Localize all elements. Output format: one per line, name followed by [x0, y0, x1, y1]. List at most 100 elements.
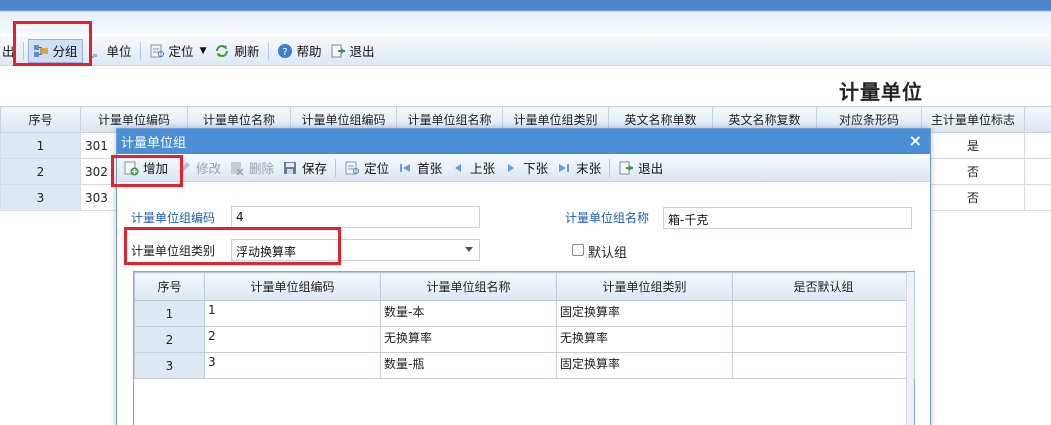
locate-icon: [149, 43, 165, 59]
refresh-button[interactable]: 刷新: [210, 39, 263, 63]
toolbar-separator: [267, 41, 269, 60]
locate-button-label: 定位: [168, 44, 194, 59]
next-button[interactable]: 下张: [499, 156, 552, 180]
default-flag-cell[interactable]: [732, 352, 915, 379]
toolbar-separator: [139, 41, 141, 60]
group-type-cell[interactable]: 无换算率: [556, 326, 733, 353]
group-name-cell[interactable]: 数量-本: [380, 300, 557, 327]
group-code-cell[interactable]: 3: [204, 352, 381, 379]
group-type-select[interactable]: 浮动换算率: [231, 239, 480, 261]
exit-button[interactable]: 退出: [326, 39, 379, 63]
primary-flag-cell[interactable]: 是: [921, 132, 1025, 159]
group-type-value: 浮动换算率: [236, 245, 297, 259]
group-code-cell[interactable]: 2: [204, 326, 381, 353]
group-code-label: 计量单位组编码: [131, 211, 216, 225]
primary-flag-cell[interactable]: 否: [921, 158, 1025, 185]
group-name-label: 计量单位组名称: [565, 211, 650, 225]
toolbar-output-label: 出: [2, 44, 15, 59]
add-icon: [123, 160, 139, 176]
vertical-scrollbar[interactable]: [906, 272, 914, 425]
table-cell: [1024, 132, 1051, 159]
table-row[interactable]: 3 3 数量-瓶 固定换算率: [134, 352, 915, 379]
help-button[interactable]: ? 帮助: [273, 39, 326, 63]
unit-group-grid: 序号 计量单位组编码 计量单位组名称 计量单位组类别 是否默认组 1 1 数量-…: [133, 271, 915, 425]
save-button[interactable]: 保存: [278, 156, 331, 180]
chevron-down-icon: [465, 247, 473, 252]
locate-button[interactable]: 定位 ▼: [145, 39, 211, 63]
prev-icon: [450, 160, 466, 176]
dialog-toolbar: 增加 修改 删除 保存 定位 首张 上张 下张 末张 退出: [117, 154, 930, 182]
refresh-icon: [214, 43, 230, 59]
last-icon: [556, 160, 572, 176]
table-cell: [1024, 184, 1051, 211]
column-header-empty: [1024, 106, 1051, 133]
column-header[interactable]: 计量单位组名称: [380, 272, 557, 301]
add-button[interactable]: 增加: [119, 156, 172, 180]
column-header[interactable]: 序号: [134, 272, 205, 301]
delete-button-label: 删除: [249, 161, 275, 176]
group-name-cell[interactable]: 数量-瓶: [380, 352, 557, 379]
delete-button[interactable]: 删除: [225, 156, 278, 180]
exit-icon: [618, 160, 634, 176]
group-type-cell[interactable]: 固定换算率: [556, 352, 733, 379]
edit-button-label: 修改: [196, 161, 222, 176]
save-icon: [282, 160, 298, 176]
save-button-label: 保存: [302, 161, 328, 176]
row-index: 2: [0, 158, 81, 185]
delete-icon: [229, 160, 245, 176]
next-icon: [503, 160, 519, 176]
unit-button[interactable]: 单位: [83, 39, 136, 63]
dialog-title: 计量单位组: [121, 136, 187, 151]
group-code-field[interactable]: 4: [231, 206, 480, 228]
default-flag-cell[interactable]: [732, 326, 915, 353]
group-name-field[interactable]: 箱-千克: [663, 207, 912, 229]
help-button-label: 帮助: [296, 44, 322, 59]
locate-icon: [344, 160, 360, 176]
edit-button[interactable]: 修改: [172, 156, 225, 180]
unit-group-dialog: 计量单位组 × 增加 修改 删除 保存 定位 首张 上张 下张 末张 退出 计量…: [116, 128, 931, 425]
group-button[interactable]: 分组: [27, 38, 83, 63]
row-index: 1: [0, 132, 81, 159]
column-header[interactable]: 计量单位组编码: [204, 272, 381, 301]
toolbar-separator: [335, 158, 337, 177]
page-title: 计量单位: [839, 80, 923, 104]
dialog-titlebar[interactable]: 计量单位组 ×: [117, 129, 930, 154]
toolbar-output-button[interactable]: 出: [0, 39, 19, 63]
default-flag-cell[interactable]: [732, 300, 915, 327]
column-header[interactable]: 是否默认组: [732, 272, 915, 301]
unit-icon: [87, 43, 103, 59]
first-button[interactable]: 首张: [393, 156, 446, 180]
next-button-label: 下张: [523, 161, 549, 176]
exit-button-label: 退出: [638, 161, 664, 176]
unit-button-label: 单位: [106, 44, 132, 59]
locate-button-label: 定位: [364, 161, 390, 176]
group-type-cell[interactable]: 固定换算率: [556, 300, 733, 327]
dialog-exit-button[interactable]: 退出: [614, 156, 667, 180]
primary-flag-cell[interactable]: 否: [921, 184, 1025, 211]
group-code-cell[interactable]: 1: [204, 300, 381, 327]
prev-button[interactable]: 上张: [446, 156, 499, 180]
column-header[interactable]: 序号: [0, 106, 81, 133]
svg-text:?: ?: [282, 47, 287, 58]
prev-button-label: 上张: [470, 161, 496, 176]
table-cell: [1024, 158, 1051, 185]
toolbar-separator: [22, 41, 24, 60]
last-button[interactable]: 末张: [552, 156, 605, 180]
toolbar-separator: [609, 158, 611, 177]
chevron-down-icon[interactable]: ▼: [200, 46, 207, 56]
group-name-cell[interactable]: 无换算率: [380, 326, 557, 353]
table-row[interactable]: 1 1 数量-本 固定换算率: [134, 300, 915, 327]
group-type-label: 计量单位组类别: [131, 244, 216, 258]
table-row[interactable]: 2 2 无换算率 无换算率: [134, 326, 915, 353]
table-header-row: 序号 计量单位组编码 计量单位组名称 计量单位组类别 是否默认组: [134, 272, 915, 301]
close-icon[interactable]: ×: [909, 132, 922, 150]
row-index: 3: [0, 184, 81, 211]
dialog-locate-button[interactable]: 定位: [340, 156, 393, 180]
exit-button-label: 退出: [349, 44, 375, 59]
column-header[interactable]: 主计量单位标志: [921, 106, 1025, 133]
add-button-label: 增加: [143, 161, 169, 176]
main-toolbar: 出 分组 单位 定位 ▼ 刷新 ? 帮助 退出: [0, 36, 1051, 66]
column-header[interactable]: 计量单位组类别: [556, 272, 733, 301]
default-group-checkbox[interactable]: [572, 244, 584, 256]
last-button-label: 末张: [576, 161, 602, 176]
